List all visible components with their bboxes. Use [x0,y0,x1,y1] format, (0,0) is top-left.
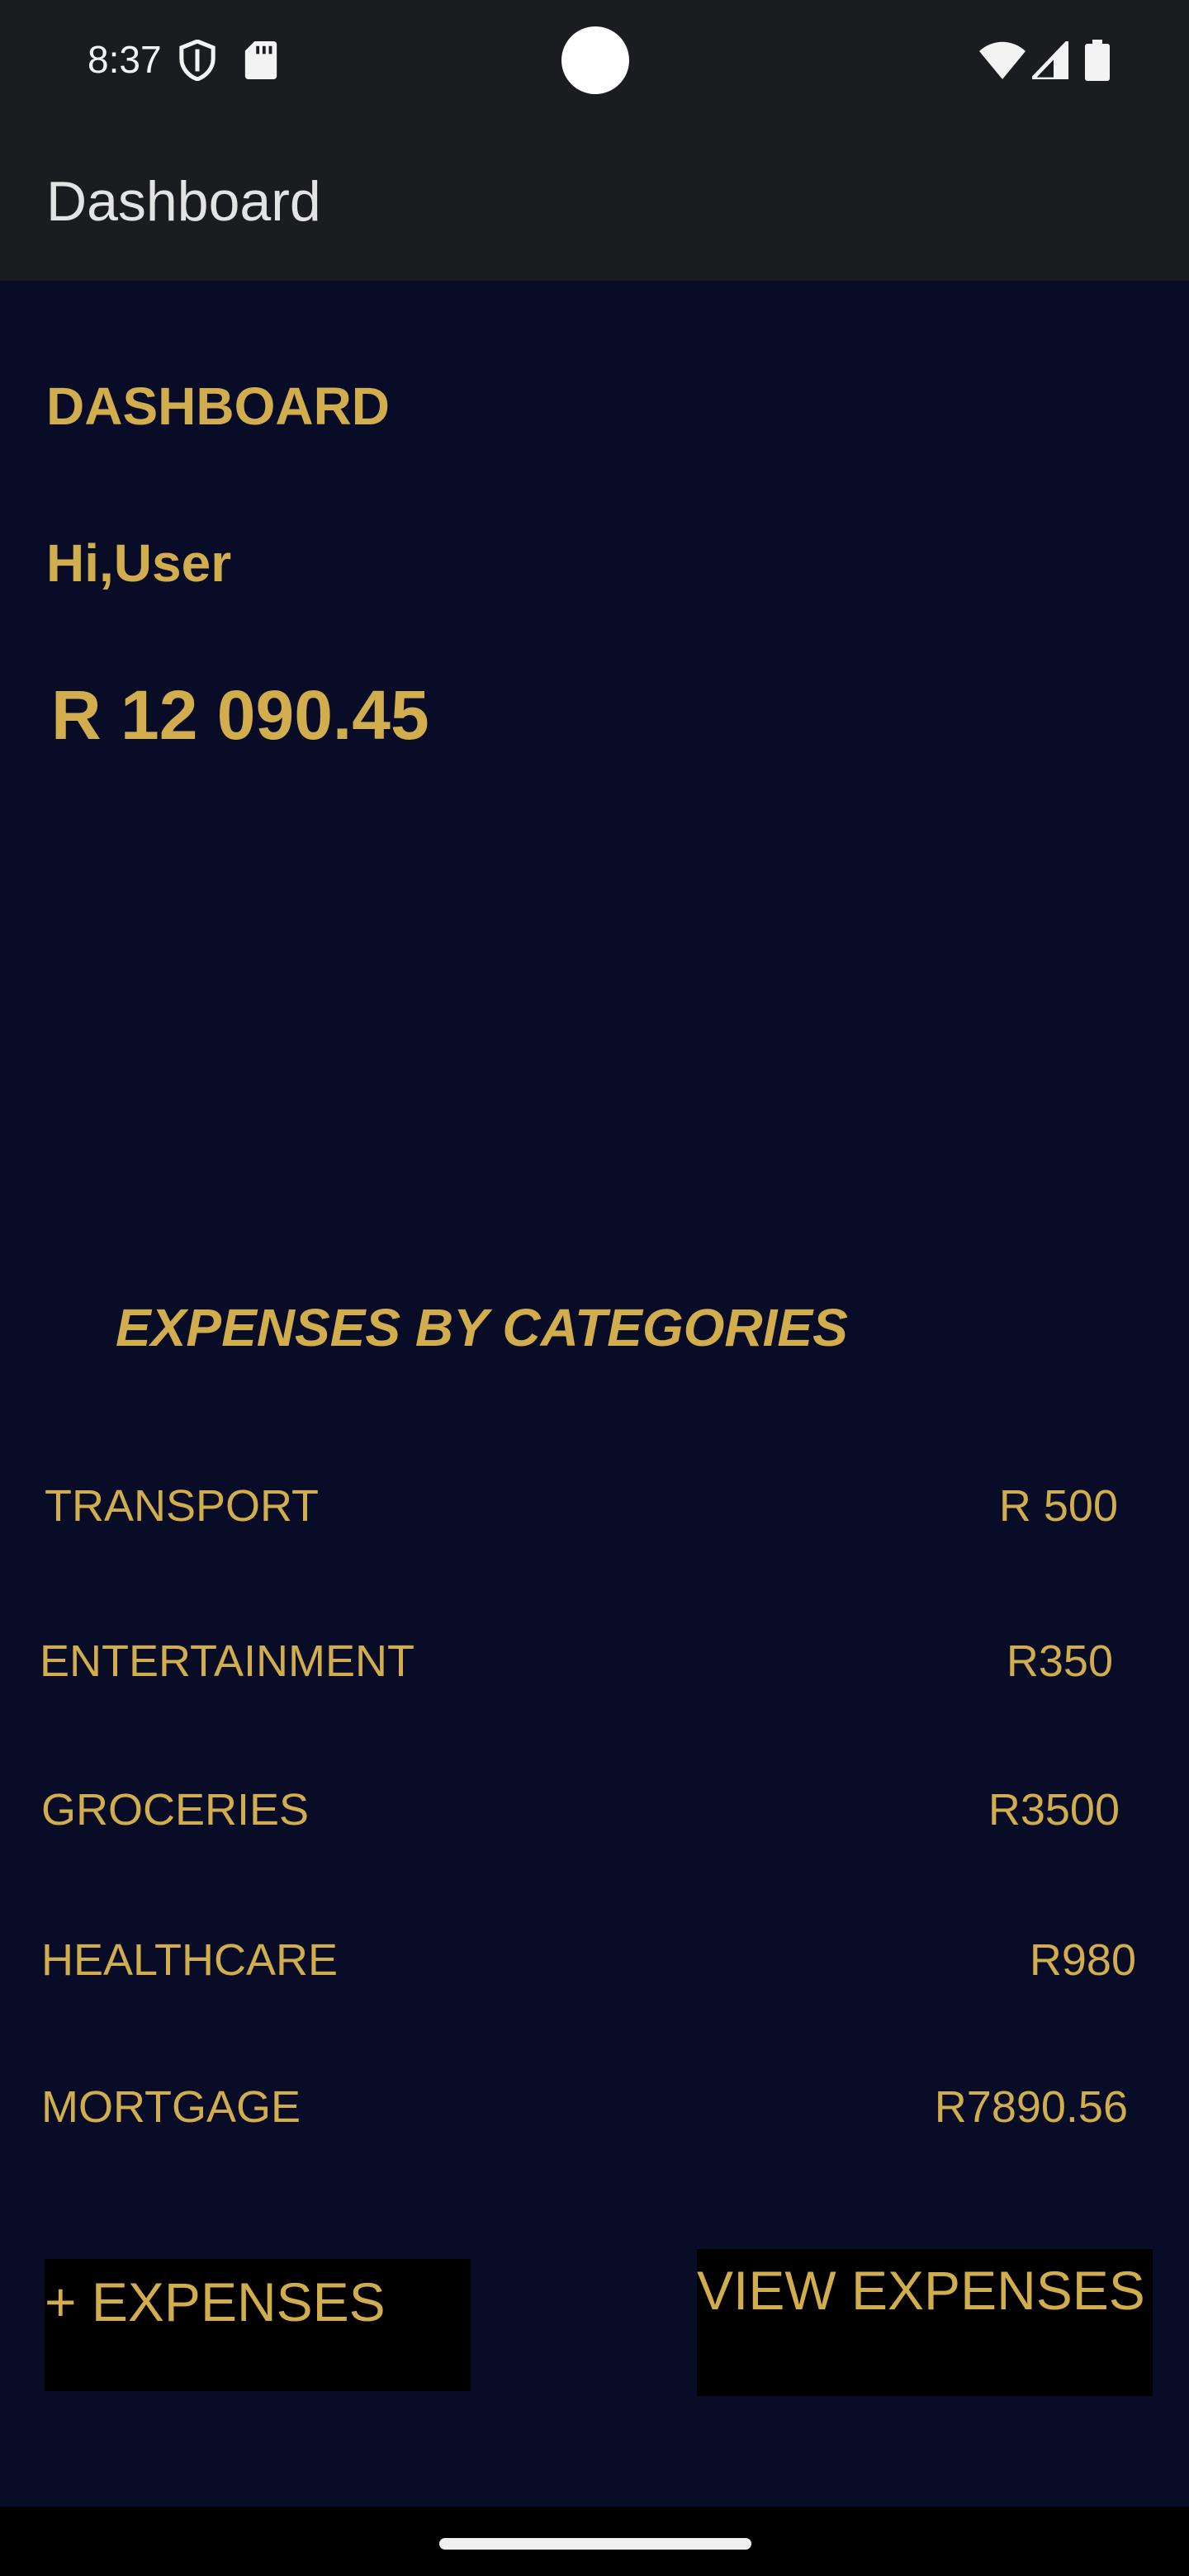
category-amount: R980 [1029,1935,1136,1985]
category-row: HEALTHCARE R980 [0,1927,1189,1993]
balance-amount: R 12 090.45 [51,676,429,754]
battery-icon [1085,40,1110,81]
add-expenses-label: + EXPENSES [45,2271,386,2332]
category-amount: R3500 [988,1785,1120,1835]
expenses-section-title: EXPENSES BY CATEGORIES [116,1298,848,1357]
category-name: GROCERIES [41,1785,310,1835]
category-name: MORTGAGE [41,2082,301,2132]
navigation-bar [0,2507,1189,2576]
signal-icon [1032,41,1068,79]
home-gesture-handle[interactable] [439,2538,751,2550]
category-amount: R350 [1006,1636,1113,1686]
category-name: TRANSPORT [45,1481,320,1531]
shield-icon [179,40,216,81]
view-expenses-label: VIEW EXPENSES [697,2260,1145,2321]
category-row: ENTERTAINMENT R350 [0,1628,1189,1694]
page-heading: DASHBOARD [46,376,390,436]
sd-card-icon [244,41,277,79]
status-bar: 8:37 [0,0,1189,116]
category-amount: R 500 [998,1481,1118,1531]
category-amount: R7890.56 [934,2082,1128,2132]
category-row: MORTGAGE R7890.56 [0,2074,1189,2140]
category-row: GROCERIES R3500 [0,1777,1189,1843]
front-camera [561,26,629,94]
add-expenses-button[interactable]: + EXPENSES [45,2259,471,2391]
status-time: 8:37 [88,38,162,81]
app-bar-title: Dashboard [46,170,321,233]
wifi-icon [979,41,1026,79]
category-row: TRANSPORT R 500 [0,1473,1189,1539]
view-expenses-button[interactable]: VIEW EXPENSES [697,2249,1153,2396]
greeting-text: Hi,User [46,533,232,593]
category-name: ENTERTAINMENT [40,1636,415,1686]
category-name: HEALTHCARE [41,1935,339,1985]
app-bar: Dashboard [0,116,1189,281]
